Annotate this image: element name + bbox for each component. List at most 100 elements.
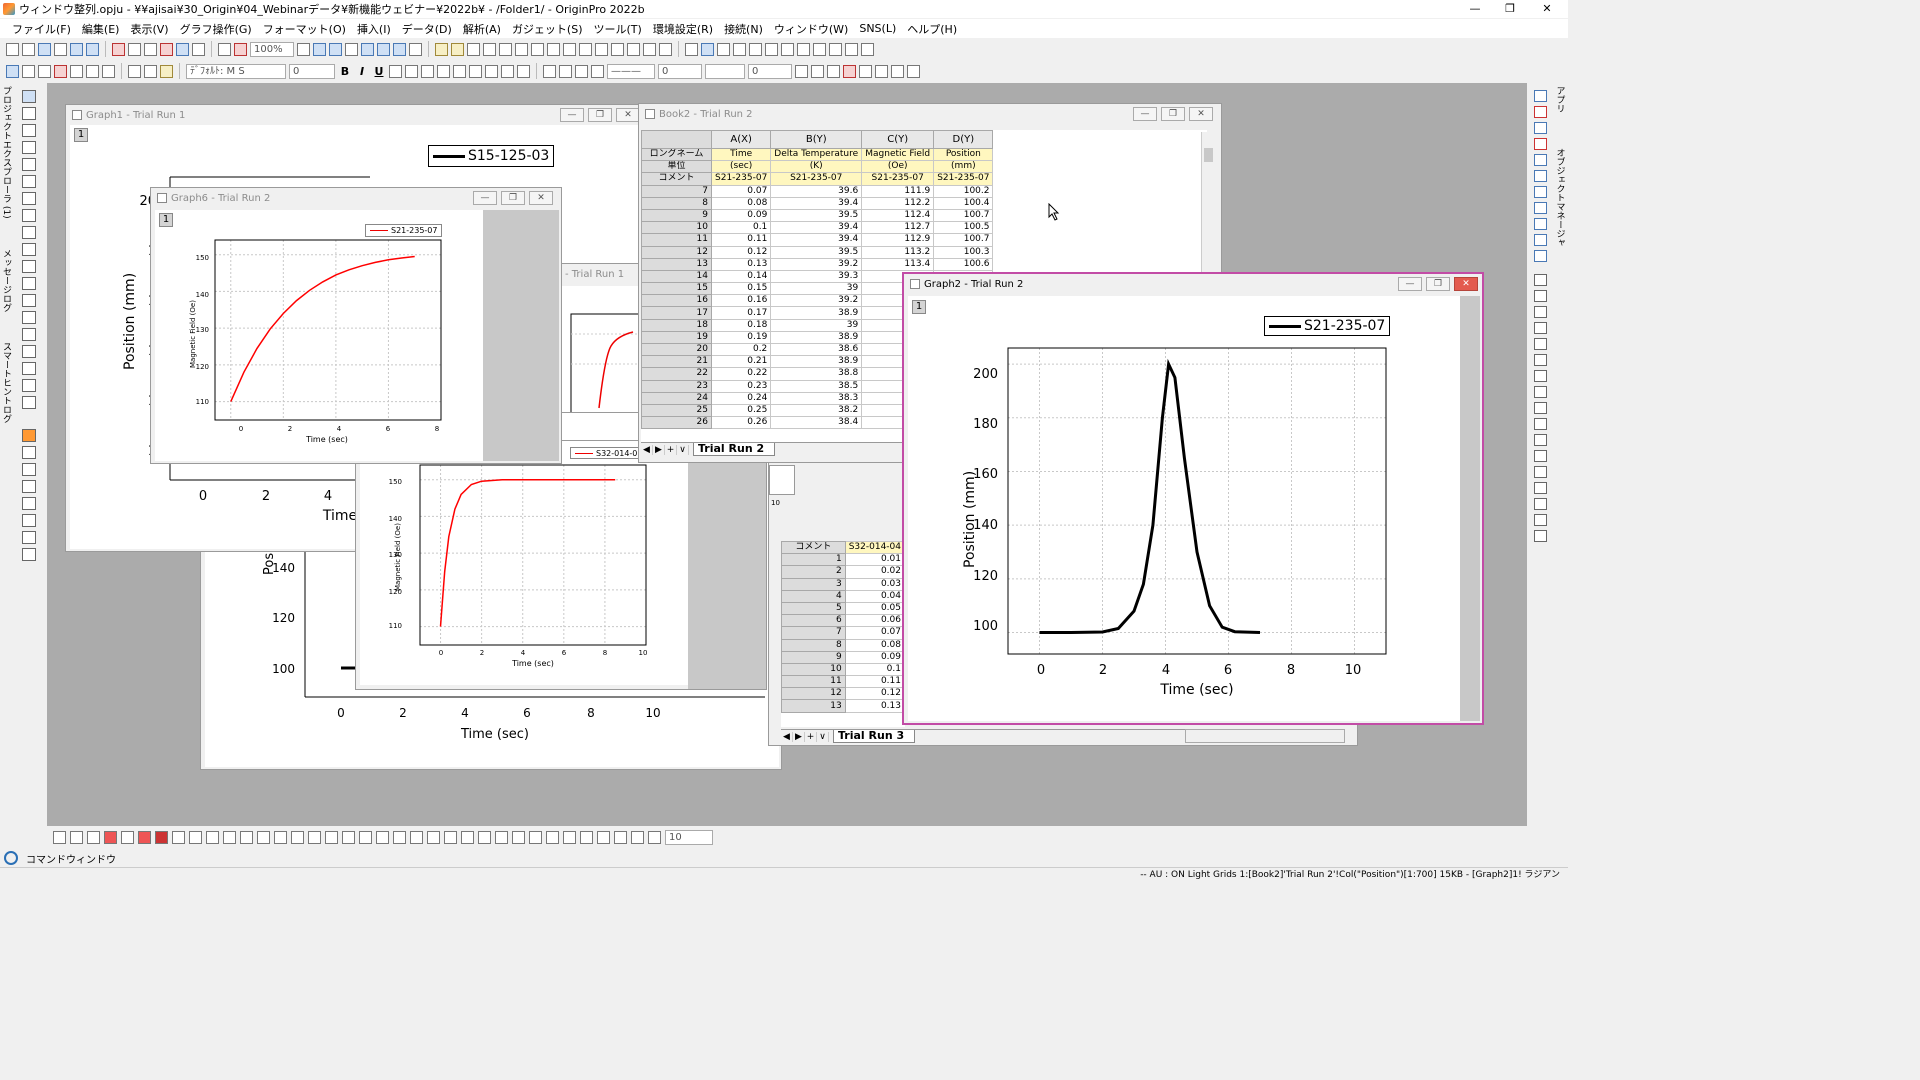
same-width-icon[interactable] xyxy=(1533,338,1547,350)
cell[interactable]: 0.03 xyxy=(844,577,905,591)
row-header[interactable]: 8 xyxy=(781,638,846,652)
polar-icon[interactable] xyxy=(172,830,185,844)
cell[interactable]: 38.5 xyxy=(770,379,863,393)
align-right-icon[interactable] xyxy=(1533,322,1547,334)
align-bottom-icon[interactable] xyxy=(1533,290,1547,302)
scatter-icon[interactable] xyxy=(70,830,83,844)
layer-icon[interactable] xyxy=(6,64,19,78)
cell[interactable]: 39.6 xyxy=(770,184,863,198)
multi-panel-icon[interactable] xyxy=(257,830,270,844)
menu-view[interactable]: 表示(V) xyxy=(130,21,168,37)
row-header[interactable]: 25 xyxy=(641,403,712,418)
menu-file[interactable]: ファイル(F) xyxy=(12,21,71,37)
line-width-select-a[interactable]: 0 xyxy=(658,63,702,79)
annotation-icon[interactable] xyxy=(22,192,36,205)
cell[interactable]: 0.23 xyxy=(710,379,772,393)
row-header[interactable]: 11 xyxy=(641,233,712,247)
sheet-prev-icon[interactable]: ◀ xyxy=(641,444,653,455)
font-color-icon[interactable] xyxy=(517,64,530,78)
fill-color-icon[interactable] xyxy=(543,64,556,78)
row-header[interactable]: 4 xyxy=(781,589,846,603)
cell[interactable]: 100.4 xyxy=(933,196,994,210)
close-button[interactable]: ✕ xyxy=(1532,0,1562,18)
clipboard-icon[interactable] xyxy=(22,396,36,409)
row-header[interactable]: 20 xyxy=(641,342,712,357)
cell[interactable]: 0.04 xyxy=(844,589,905,603)
filter-set-icon[interactable] xyxy=(643,42,656,56)
cell[interactable]: 0.05 xyxy=(844,601,905,616)
cell[interactable]: 0.17 xyxy=(710,306,772,320)
cell[interactable]: 38.8 xyxy=(770,367,863,381)
grid-icon[interactable] xyxy=(827,64,840,78)
increase-font-icon[interactable] xyxy=(453,64,466,78)
zoom-out-icon[interactable] xyxy=(22,124,36,137)
ternary-icon[interactable] xyxy=(308,830,321,844)
line-symbol-icon[interactable] xyxy=(87,830,100,844)
group-icon[interactable] xyxy=(86,64,99,78)
3d-icon[interactable] xyxy=(206,830,219,844)
superscript-icon[interactable] xyxy=(389,64,402,78)
new-graph-icon[interactable] xyxy=(86,42,99,56)
wrench-icon[interactable] xyxy=(22,514,36,527)
print-icon[interactable] xyxy=(297,42,310,56)
hatch-icon[interactable] xyxy=(795,64,808,78)
y-axis-icon[interactable] xyxy=(701,42,714,56)
graph-window-mid[interactable]: - Trial Run 1 xyxy=(560,263,642,413)
column-plot-icon[interactable] xyxy=(104,830,117,844)
refresh-icon[interactable] xyxy=(329,42,342,56)
center-icon[interactable] xyxy=(529,830,542,844)
cell[interactable]: 39.4 xyxy=(770,221,863,235)
cell[interactable]: 38.4 xyxy=(770,416,863,430)
folder-icon[interactable] xyxy=(22,531,36,544)
window-close-button[interactable]: ✕ xyxy=(1189,107,1213,121)
menu-insert[interactable]: 挿入(I) xyxy=(357,21,391,37)
top-icon[interactable] xyxy=(461,830,474,844)
align-icon[interactable] xyxy=(501,64,514,78)
gear-icon[interactable] xyxy=(22,379,36,392)
line-icon[interactable] xyxy=(22,294,36,307)
menu-graph[interactable]: グラフ操作(G) xyxy=(180,21,252,37)
graph-window-graph2[interactable]: Graph2 - Trial Run 2 — ❐ ✕ 1 S21-235-07 … xyxy=(902,272,1484,725)
cell[interactable]: 38.3 xyxy=(770,391,863,405)
sheet-tab-trial-run-3[interactable]: Trial Run 3 xyxy=(833,730,916,743)
row-header[interactable]: 1 xyxy=(781,553,846,567)
cell[interactable]: 0.1 xyxy=(844,662,905,677)
longname-cell[interactable]: Delta Temperature xyxy=(770,147,863,162)
new-3d-icon[interactable] xyxy=(144,42,157,56)
longname-cell[interactable]: Time xyxy=(710,147,772,162)
back-icon[interactable] xyxy=(614,830,627,844)
window-restore-button[interactable]: ❐ xyxy=(1161,107,1185,121)
sheet-next-icon[interactable]: ▶ xyxy=(793,731,805,742)
menu-format[interactable]: フォーマット(O) xyxy=(263,21,346,37)
cell[interactable]: 39.2 xyxy=(770,257,863,271)
cell[interactable]: 0.01 xyxy=(844,553,905,567)
cell[interactable]: 0.12 xyxy=(710,245,772,259)
column-chart-icon[interactable] xyxy=(595,42,608,56)
row-header[interactable]: 16 xyxy=(641,294,712,308)
sort-icon[interactable] xyxy=(547,42,560,56)
sheet-list-icon[interactable]: ∨ xyxy=(817,731,829,742)
new-layout-icon[interactable] xyxy=(112,42,125,56)
row-header[interactable]: 8 xyxy=(641,196,712,210)
align-left-icon[interactable] xyxy=(485,64,498,78)
radar-icon[interactable] xyxy=(393,830,406,844)
distribute-v-icon[interactable] xyxy=(1533,386,1547,398)
cell[interactable]: 100.6 xyxy=(933,257,994,271)
cell[interactable]: 39 xyxy=(770,282,863,296)
line-width-select[interactable] xyxy=(705,63,745,79)
menu-preferences[interactable]: 環境設定(R) xyxy=(653,21,713,37)
front-icon[interactable] xyxy=(1533,434,1547,446)
cell[interactable]: 100.7 xyxy=(933,208,994,223)
cell[interactable]: 0.15 xyxy=(710,282,772,296)
grid-small-icon[interactable] xyxy=(22,548,36,561)
last-icon[interactable] xyxy=(797,42,810,56)
cell[interactable]: 0.18 xyxy=(710,318,772,332)
new-function-icon[interactable] xyxy=(128,42,141,56)
line-width-select-b[interactable]: 0 xyxy=(748,63,792,79)
line-color-icon[interactable] xyxy=(575,64,588,78)
calendar-icon[interactable] xyxy=(483,42,496,56)
cell[interactable]: 39.4 xyxy=(770,233,863,247)
row-header[interactable]: 5 xyxy=(781,601,846,616)
row-header[interactable]: 26 xyxy=(641,416,712,430)
list-icon[interactable] xyxy=(22,463,36,476)
